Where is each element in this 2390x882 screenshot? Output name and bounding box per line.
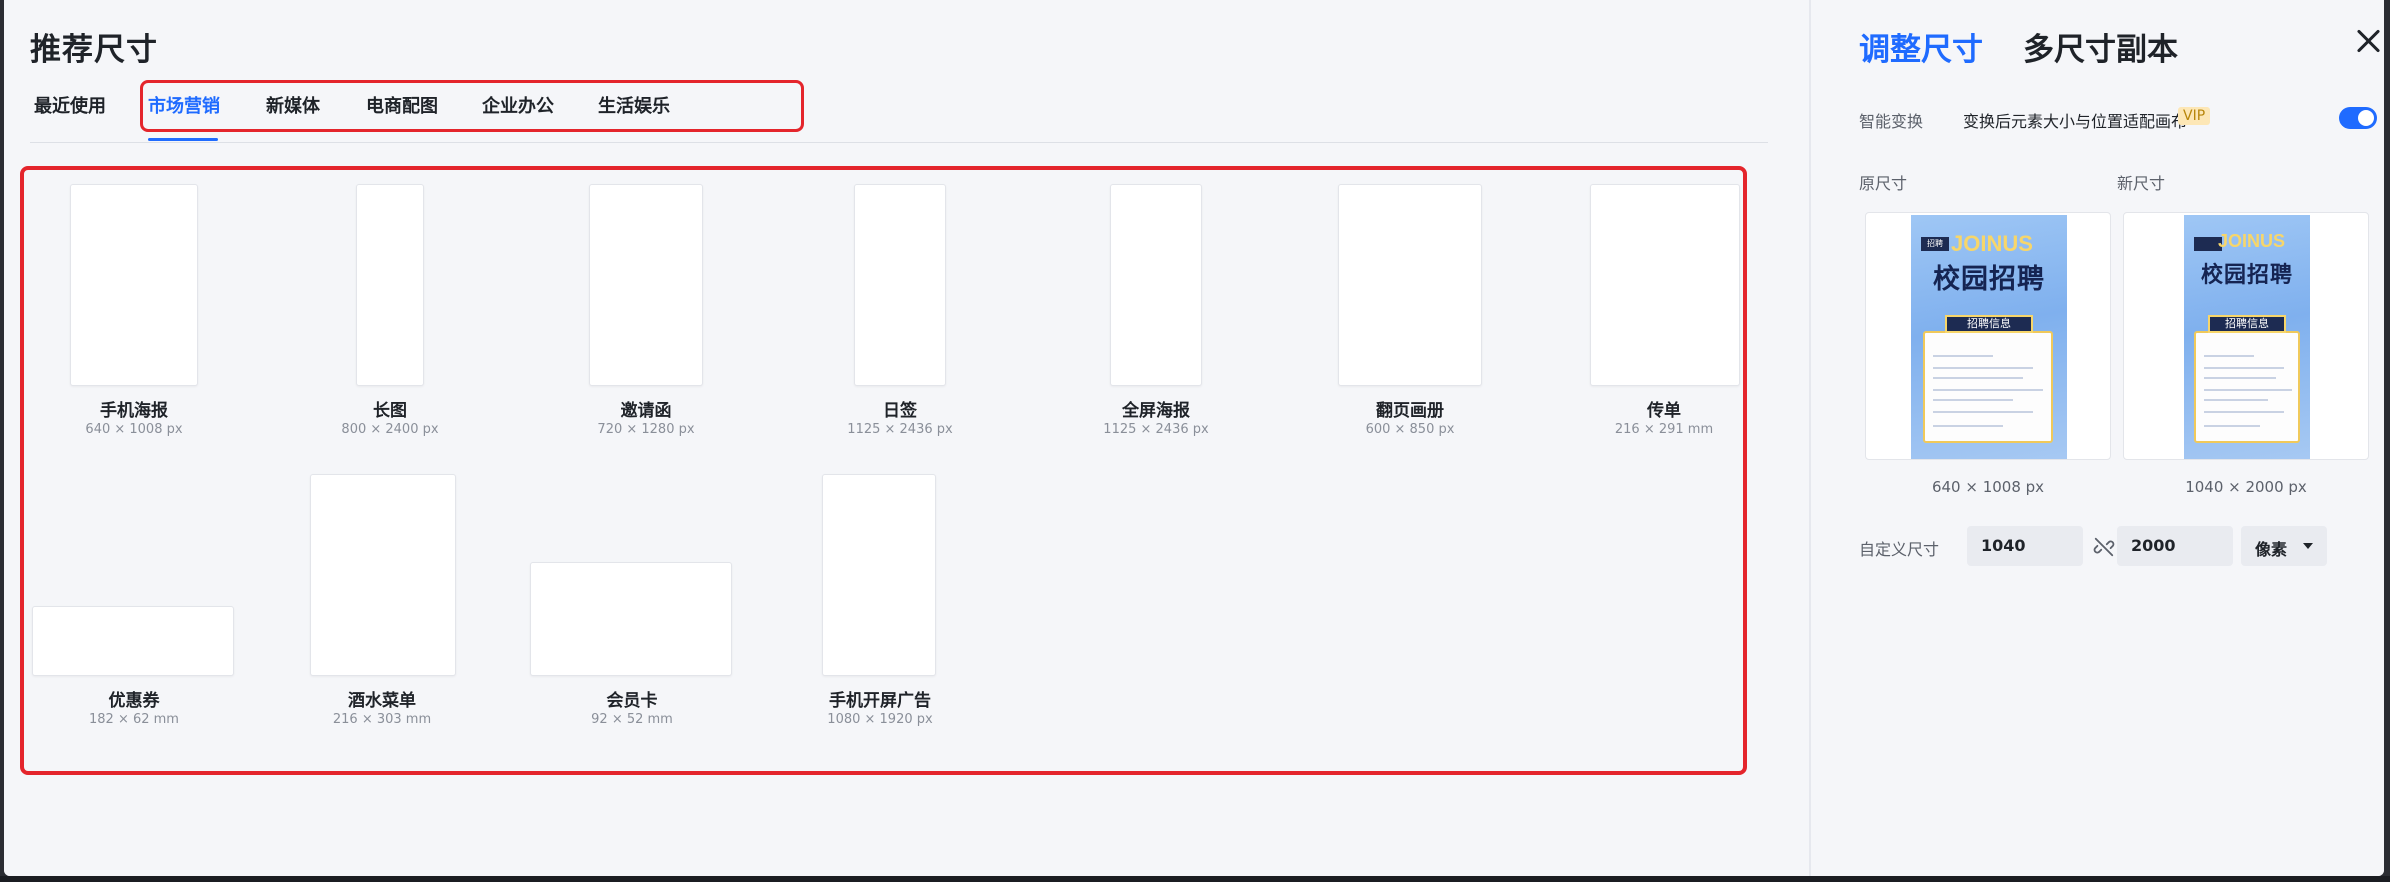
resize-settings-panel: 调整尺寸 多尺寸副本 智能变换 变换后元素大小与位置适配画布 VIP 原尺寸 新… xyxy=(1809,0,2384,876)
original-preview: 招聘 JOINUS 校园招聘 招聘信息 xyxy=(1865,212,2111,460)
recommended-sizes-panel: 推荐尺寸 最近使用 市场营销 新媒体 电商配图 企业办公 生活娱乐 手机海报 6… xyxy=(4,0,1809,876)
vip-badge: VIP xyxy=(2178,107,2211,125)
poster-join-text: JOINUS xyxy=(2218,231,2286,251)
close-icon[interactable] xyxy=(2355,28,2381,54)
chevron-down-icon xyxy=(2303,543,2313,549)
unit-dropdown[interactable]: 像素 xyxy=(2241,526,2327,566)
new-preview: JOINUS 校园招聘 招聘信息 xyxy=(2123,212,2369,460)
poster-banner: 招聘信息 xyxy=(1945,315,2033,333)
custom-size-label: 自定义尺寸 xyxy=(1859,540,1940,559)
smart-transform-label: 智能变换 xyxy=(1859,112,1924,131)
poster-join-text: JOINUS xyxy=(1951,231,2033,256)
unit-value: 像素 xyxy=(2255,540,2288,559)
poster-info-box xyxy=(1923,331,2053,443)
poster-banner: 招聘信息 xyxy=(2208,315,2286,333)
width-input[interactable]: 1040 xyxy=(1967,526,2083,566)
resize-dialog: 推荐尺寸 最近使用 市场营销 新媒体 电商配图 企业办公 生活娱乐 手机海报 6… xyxy=(4,0,2384,876)
original-size-caption: 640 × 1008 px xyxy=(1931,478,2045,496)
panel-title: 推荐尺寸 xyxy=(30,32,158,68)
poster-tag: 招聘 xyxy=(1921,237,1949,251)
toggle-knob xyxy=(2358,110,2374,126)
tabs-divider xyxy=(30,142,1768,143)
smart-transform-description: 变换后元素大小与位置适配画布 xyxy=(1963,112,2188,131)
poster-info-box xyxy=(2194,331,2300,443)
background-canvas-strip xyxy=(0,876,2390,882)
tab-recent[interactable]: 最近使用 xyxy=(34,92,106,118)
original-size-label: 原尺寸 xyxy=(1859,174,1908,193)
new-size-label: 新尺寸 xyxy=(2117,174,2166,193)
poster-title: 校园招聘 xyxy=(1933,264,2045,295)
smart-transform-toggle[interactable] xyxy=(2339,107,2377,129)
recruitment-poster-thumbnail: 招聘 JOINUS 校园招聘 招聘信息 xyxy=(1911,215,2067,459)
cards-highlight-box xyxy=(20,166,1747,775)
tab-adjust-size[interactable]: 调整尺寸 xyxy=(1859,24,1983,69)
new-size-caption: 1040 × 2000 px xyxy=(2185,478,2307,496)
tab-multi-size-copy[interactable]: 多尺寸副本 xyxy=(2023,24,2178,69)
height-input[interactable]: 2000 xyxy=(2117,526,2233,566)
tabs-highlight-box xyxy=(140,80,804,132)
unlink-icon[interactable] xyxy=(2093,536,2115,558)
poster-title: 校园招聘 xyxy=(2200,263,2293,288)
active-tab-indicator xyxy=(148,138,218,141)
recruitment-poster-thumbnail: JOINUS 校园招聘 招聘信息 xyxy=(2184,215,2310,459)
